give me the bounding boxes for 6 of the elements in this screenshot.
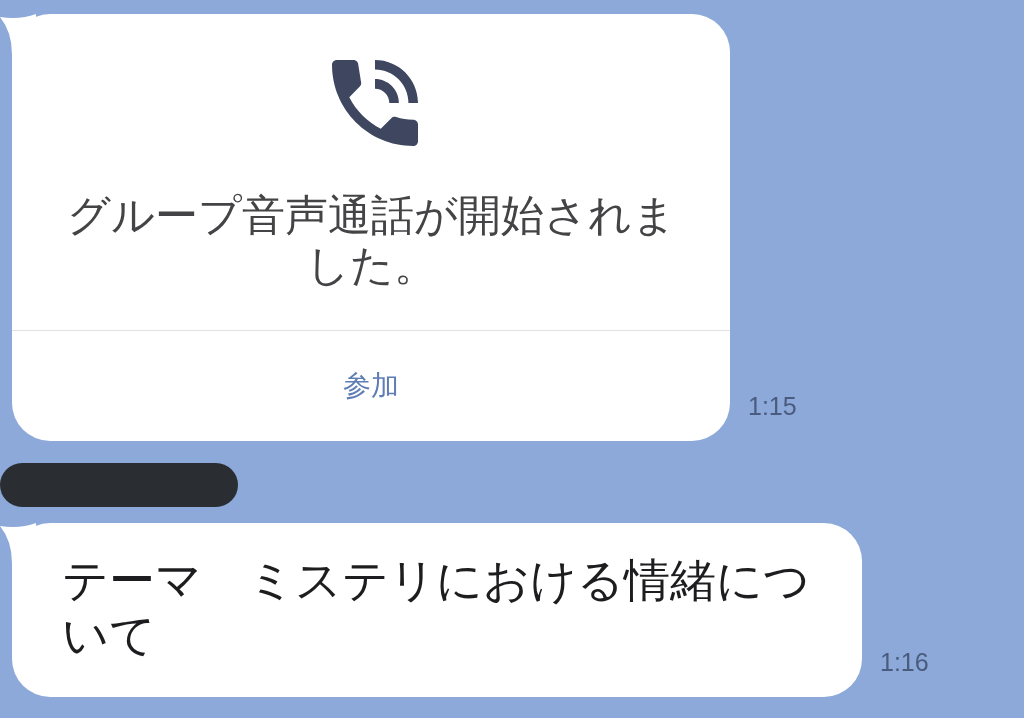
phone-call-icon bbox=[332, 60, 418, 146]
join-button[interactable]: 参加 bbox=[12, 331, 730, 441]
message-text: テーマ ミステリにおける情緒について bbox=[62, 553, 811, 663]
timestamp: 1:15 bbox=[748, 392, 797, 421]
call-notice-text: グループ音声通話が開始されました。 bbox=[65, 190, 677, 290]
timestamp: 1:16 bbox=[880, 648, 929, 677]
